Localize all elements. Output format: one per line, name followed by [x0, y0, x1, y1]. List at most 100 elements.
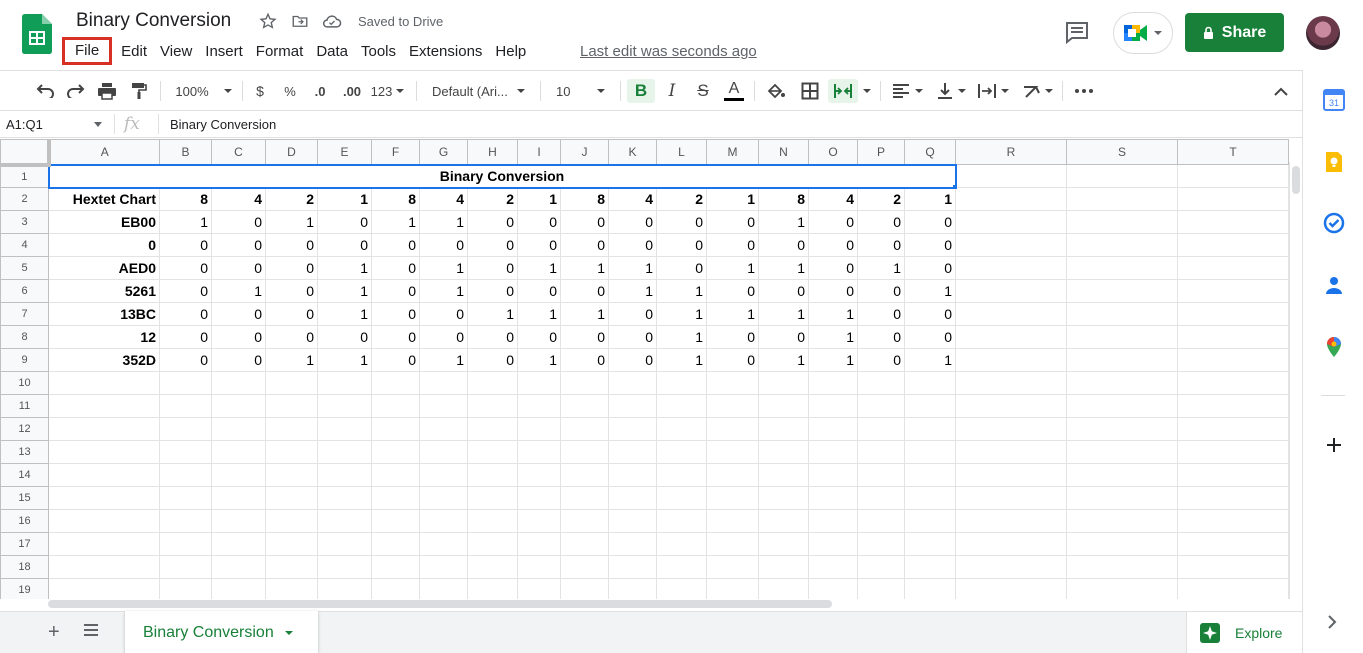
- add-sheet-icon[interactable]: +: [48, 621, 60, 644]
- bit-cell[interactable]: 0: [517, 279, 561, 303]
- row-header[interactable]: 13: [0, 440, 49, 464]
- bit-cell[interactable]: 0: [371, 302, 420, 326]
- bit-weight-cell[interactable]: 1: [706, 187, 759, 211]
- bit-cell[interactable]: 0: [517, 233, 561, 257]
- cell[interactable]: [955, 463, 1067, 487]
- cell[interactable]: [48, 486, 160, 510]
- cell[interactable]: [265, 532, 318, 556]
- row-header[interactable]: 10: [0, 371, 49, 395]
- cell[interactable]: [265, 463, 318, 487]
- chevron-down-icon[interactable]: [94, 122, 102, 127]
- row-label-cell[interactable]: Hextet Chart: [48, 187, 160, 211]
- cell[interactable]: [857, 532, 905, 556]
- borders-icon[interactable]: [799, 79, 821, 103]
- bit-cell[interactable]: 1: [560, 256, 609, 280]
- cell[interactable]: [904, 394, 956, 418]
- bit-cell[interactable]: 1: [317, 348, 372, 372]
- bit-cell[interactable]: 0: [904, 210, 956, 234]
- cell[interactable]: [1177, 417, 1289, 441]
- bit-cell[interactable]: 0: [656, 256, 707, 280]
- cell[interactable]: [48, 440, 160, 464]
- cell[interactable]: [904, 532, 956, 556]
- cell[interactable]: [317, 394, 372, 418]
- cell[interactable]: [955, 440, 1067, 464]
- bit-cell[interactable]: 0: [467, 348, 518, 372]
- paint-format-icon[interactable]: [128, 79, 150, 103]
- bit-cell[interactable]: 1: [467, 302, 518, 326]
- cell[interactable]: [517, 509, 561, 533]
- cell[interactable]: [1066, 417, 1178, 441]
- cell[interactable]: [808, 532, 858, 556]
- document-title[interactable]: Binary Conversion: [76, 10, 231, 32]
- star-icon[interactable]: [258, 11, 278, 31]
- cell[interactable]: [1177, 302, 1289, 326]
- bit-cell[interactable]: 0: [419, 302, 468, 326]
- bit-cell[interactable]: 0: [211, 302, 266, 326]
- bit-cell[interactable]: 1: [608, 279, 657, 303]
- cell[interactable]: [656, 440, 707, 464]
- bit-weight-cell[interactable]: 4: [808, 187, 858, 211]
- cell[interactable]: [1066, 348, 1178, 372]
- cell[interactable]: [517, 463, 561, 487]
- bit-cell[interactable]: 1: [656, 279, 707, 303]
- cell[interactable]: [211, 417, 266, 441]
- cell[interactable]: [265, 394, 318, 418]
- cell[interactable]: [808, 463, 858, 487]
- cell[interactable]: [955, 187, 1067, 211]
- cell[interactable]: [608, 394, 657, 418]
- row-header[interactable]: 5: [0, 256, 49, 280]
- cell[interactable]: [560, 486, 609, 510]
- bit-cell[interactable]: 1: [857, 256, 905, 280]
- chevron-down-icon[interactable]: [284, 630, 294, 636]
- cell[interactable]: [758, 486, 809, 510]
- column-header[interactable]: R: [955, 139, 1067, 165]
- select-all-corner[interactable]: [0, 139, 51, 167]
- cell[interactable]: [48, 463, 160, 487]
- cloud-saved-icon[interactable]: [322, 11, 342, 31]
- cell[interactable]: [706, 371, 759, 395]
- cell[interactable]: [371, 417, 420, 441]
- cell[interactable]: [371, 394, 420, 418]
- cell[interactable]: [467, 371, 518, 395]
- menu-format[interactable]: Format: [250, 40, 310, 64]
- tasks-icon[interactable]: [1323, 212, 1345, 234]
- bit-cell[interactable]: 1: [656, 348, 707, 372]
- bit-cell[interactable]: 0: [706, 279, 759, 303]
- bit-cell[interactable]: 1: [758, 302, 809, 326]
- bit-cell[interactable]: 0: [706, 325, 759, 349]
- cell[interactable]: [904, 440, 956, 464]
- cell[interactable]: [517, 394, 561, 418]
- horizontal-align-button[interactable]: [890, 79, 926, 103]
- bit-cell[interactable]: 0: [467, 233, 518, 257]
- menu-data[interactable]: Data: [310, 40, 354, 64]
- cell[interactable]: [1066, 578, 1178, 599]
- last-edit-link[interactable]: Last edit was seconds ago: [580, 43, 757, 60]
- bit-weight-cell[interactable]: 2: [467, 187, 518, 211]
- cell[interactable]: [955, 325, 1067, 349]
- explore-button[interactable]: Explore: [1186, 612, 1302, 653]
- sheet-table[interactable]: A B C D E F G H I J K L M N O P Q R S T 1 Binary Conversion 2 H…: [0, 139, 1289, 599]
- cell[interactable]: [857, 555, 905, 579]
- cell[interactable]: [608, 417, 657, 441]
- bit-cell[interactable]: 0: [560, 279, 609, 303]
- bit-cell[interactable]: 1: [419, 256, 468, 280]
- cell[interactable]: [656, 578, 707, 599]
- cell[interactable]: [955, 532, 1067, 556]
- cell[interactable]: [211, 440, 266, 464]
- bit-cell[interactable]: 0: [706, 233, 759, 257]
- cell[interactable]: [317, 371, 372, 395]
- bit-cell[interactable]: 0: [857, 348, 905, 372]
- bit-cell[interactable]: 0: [656, 233, 707, 257]
- cell[interactable]: [1177, 555, 1289, 579]
- cell[interactable]: [955, 371, 1067, 395]
- cell[interactable]: [706, 440, 759, 464]
- cell[interactable]: [467, 532, 518, 556]
- spreadsheet-grid[interactable]: A B C D E F G H I J K L M N O P Q R S T 1 Binary Conversion 2 H…: [0, 139, 1290, 599]
- cell[interactable]: [1177, 210, 1289, 234]
- cell[interactable]: [265, 578, 318, 599]
- cell[interactable]: [656, 371, 707, 395]
- more-formats-button[interactable]: 123: [370, 79, 406, 103]
- cell[interactable]: [560, 440, 609, 464]
- cell[interactable]: [1066, 486, 1178, 510]
- cell[interactable]: [608, 463, 657, 487]
